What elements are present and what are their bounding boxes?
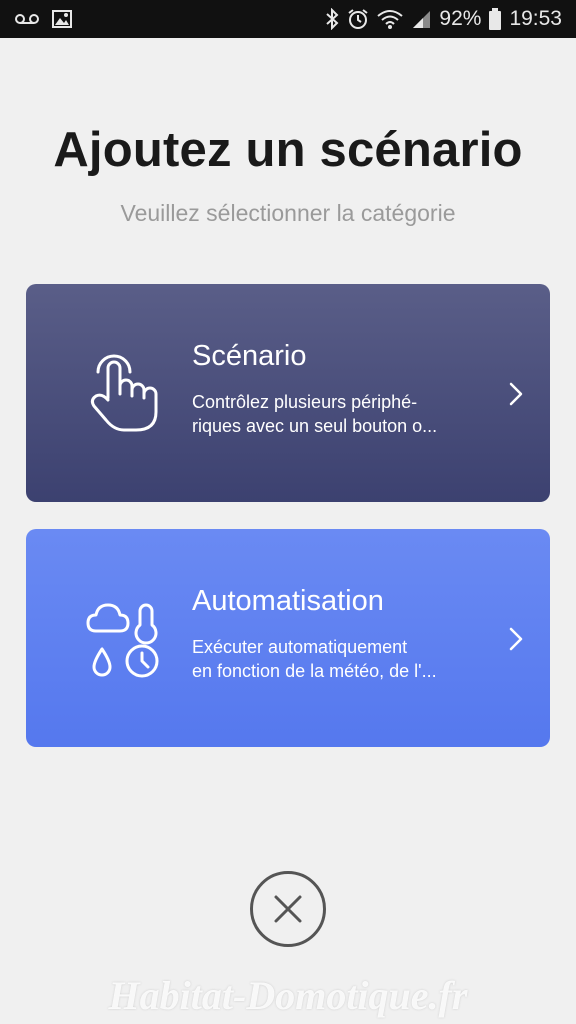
status-bar: 92% 19:53 (0, 0, 576, 38)
close-icon (273, 894, 303, 924)
image-icon (52, 10, 72, 28)
battery-percent: 92% (439, 7, 482, 30)
card-description-line: riques avec un seul bouton o... (192, 416, 438, 436)
card-title-scenario: Scénario (192, 340, 307, 372)
page-title: Ajoutez un scénario (53, 123, 523, 177)
chevron-right-icon (508, 627, 524, 651)
weather-conditions-icon (86, 591, 166, 681)
close-button[interactable] (250, 871, 326, 947)
card-description-line: en fonction de la météo, de l'... (192, 661, 437, 681)
clock: 19:53 (509, 7, 562, 30)
voicemail-icon (14, 12, 40, 26)
card-description-line: Exécuter automatiquement (192, 637, 408, 657)
hand-tap-icon (86, 346, 166, 436)
page-subtitle: Veuillez sélectionner la catégorie (120, 200, 456, 226)
card-description-automatisation: Exécuter automatiquement en fonction de … (192, 635, 492, 683)
battery-icon (489, 8, 502, 30)
card-title-automatisation: Automatisation (192, 585, 384, 617)
category-card-automatisation[interactable]: Automatisation Exécuter automatiquement … (26, 529, 550, 747)
status-bar-left (14, 10, 72, 28)
card-description-scenario: Contrôlez plusieurs périphé- riques avec… (192, 390, 492, 438)
status-bar-right: 92% 19:53 (325, 7, 562, 31)
wifi-icon (377, 9, 404, 29)
category-card-scenario[interactable]: Scénario Contrôlez plusieurs périphé- ri… (26, 284, 550, 502)
bluetooth-icon (325, 8, 339, 30)
signal-icon (411, 9, 431, 29)
alarm-icon (347, 8, 369, 30)
card-description-line: Contrôlez plusieurs périphé- (192, 392, 418, 412)
chevron-right-icon (508, 382, 524, 406)
watermark: Habitat-Domotique.fr (108, 973, 468, 1018)
